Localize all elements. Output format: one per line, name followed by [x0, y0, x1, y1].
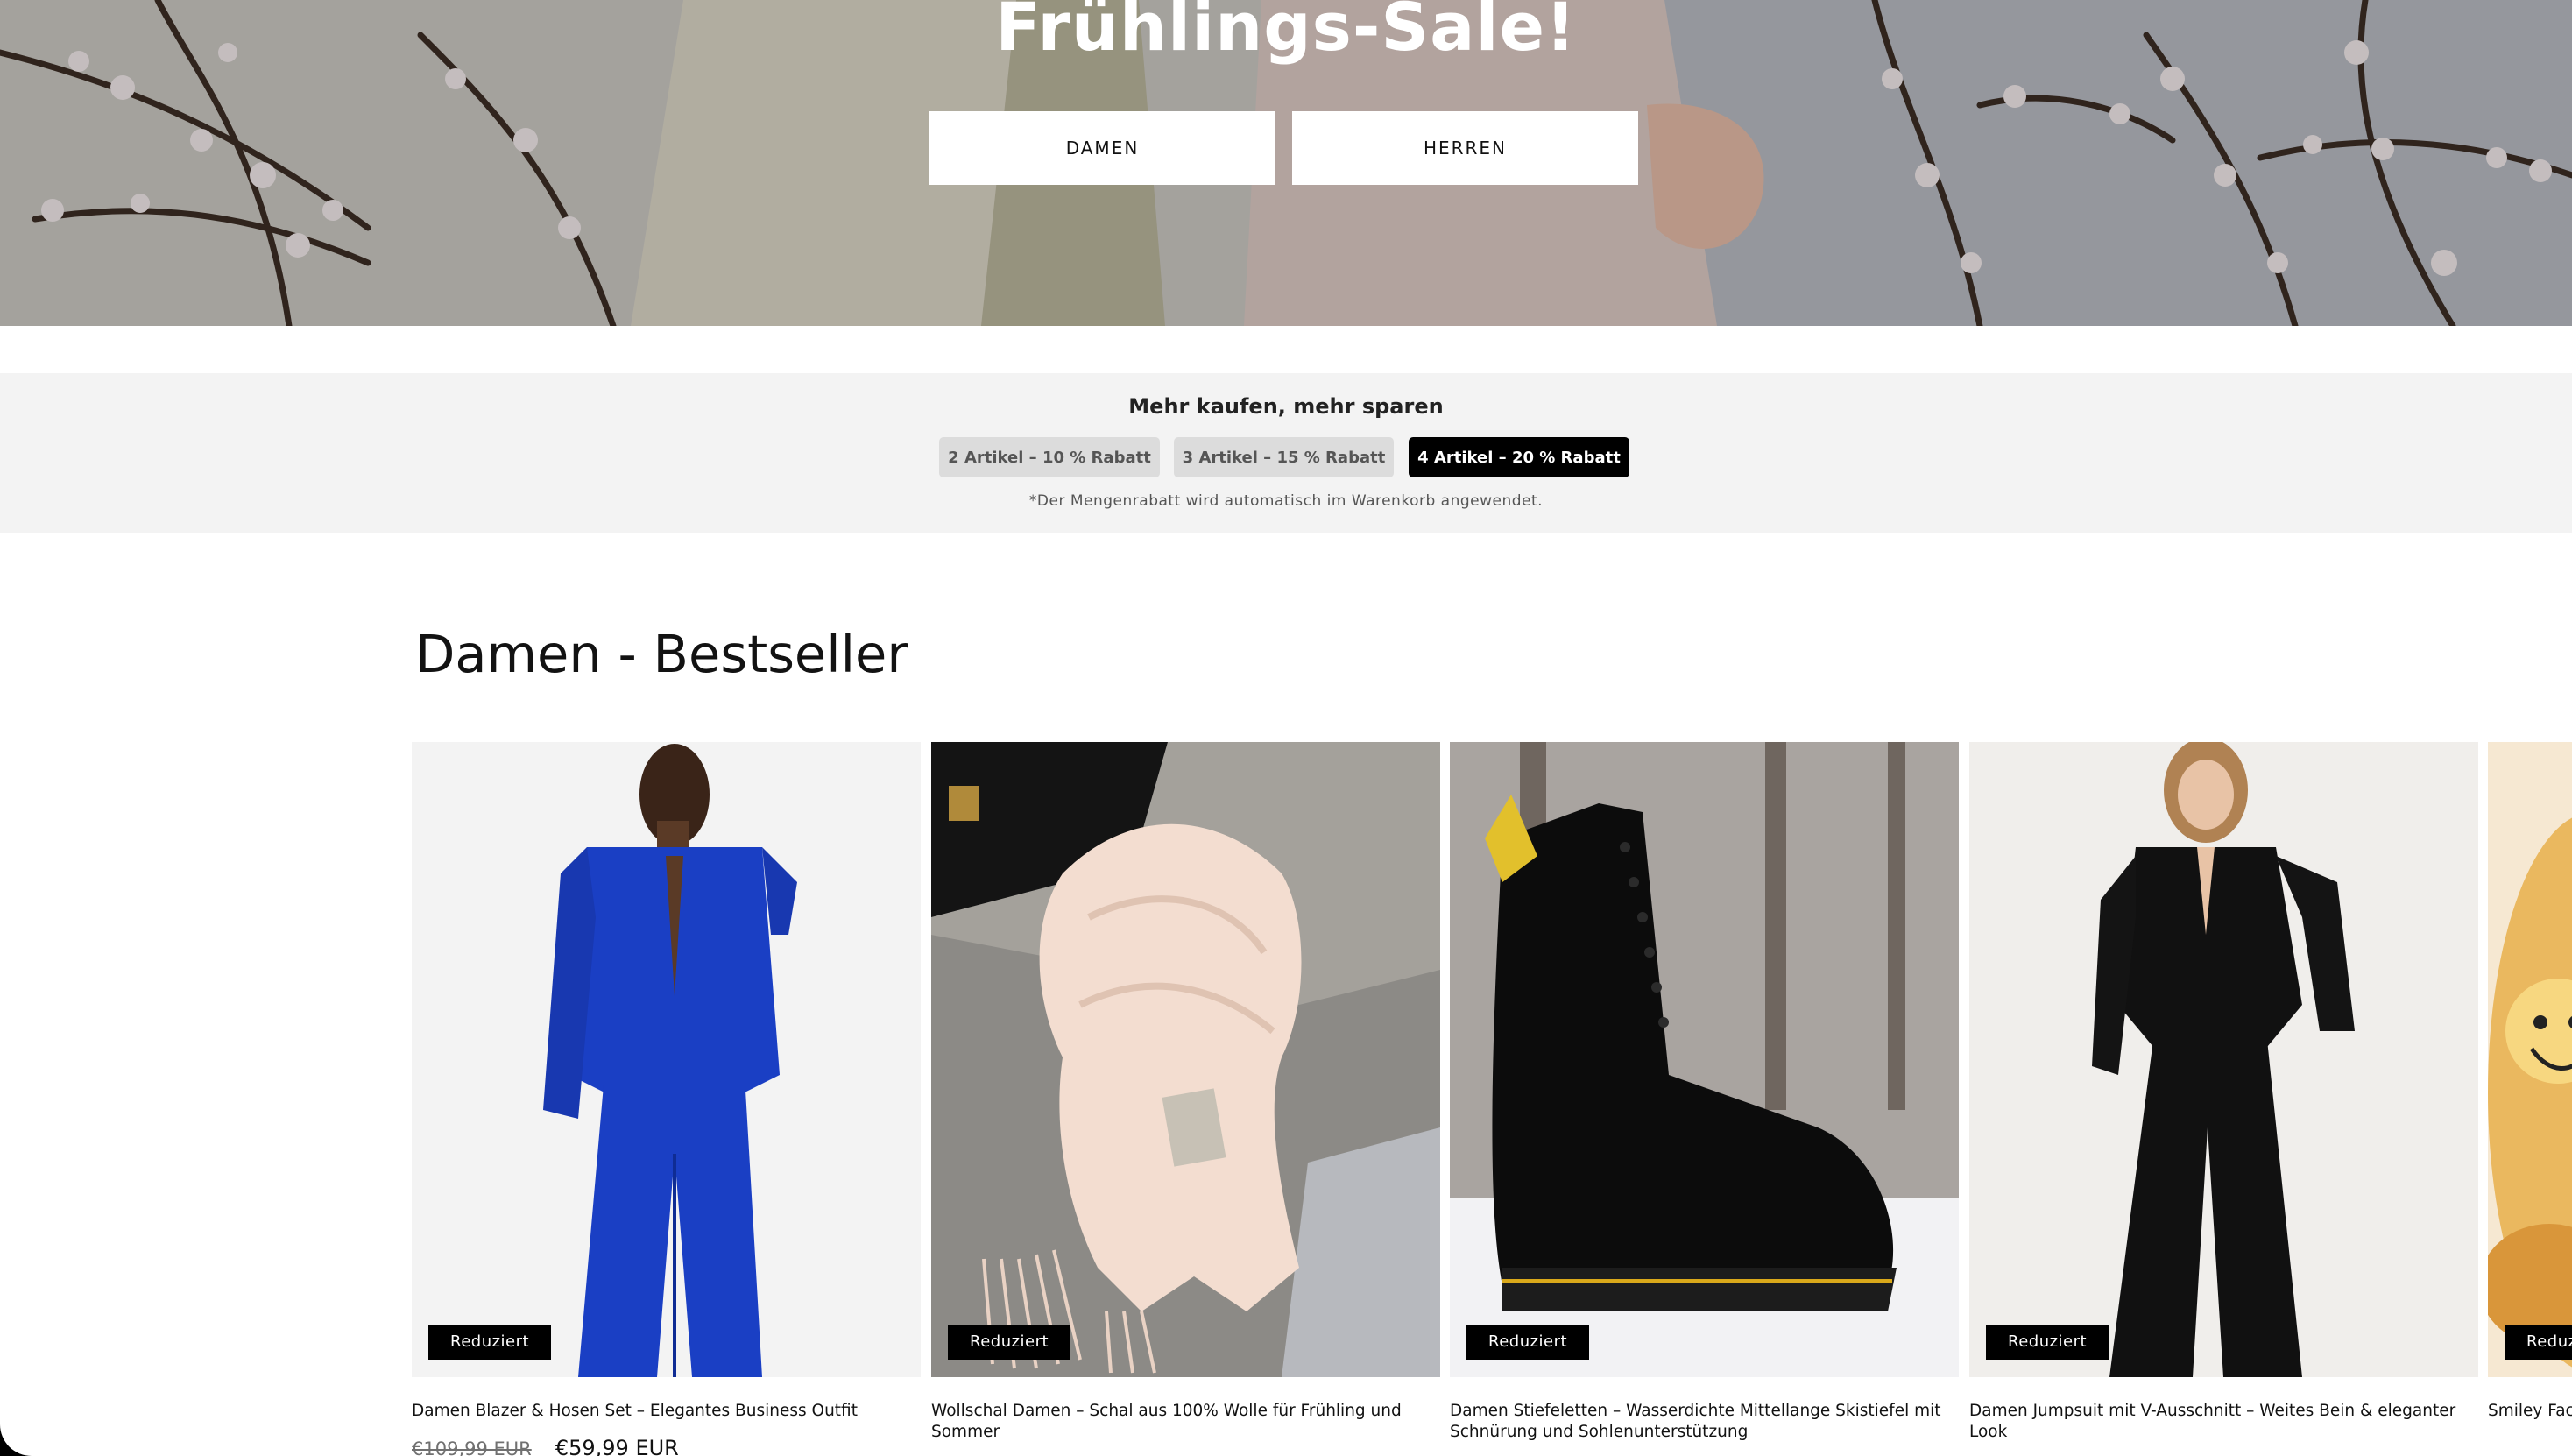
- product-image[interactable]: Reduziert: [412, 742, 921, 1377]
- volume-discount-note: *Der Mengenrabatt wird automatisch im Wa…: [1028, 492, 1544, 510]
- sale-badge: Reduziert: [948, 1325, 1071, 1360]
- product-image[interactable]: Reduziert: [931, 742, 1440, 1377]
- product-image[interactable]: Reduziert: [2488, 742, 2572, 1377]
- sale-badge: Reduziert: [2505, 1325, 2572, 1360]
- product-title[interactable]: Damen Stiefeletten – Wasserdichte Mittel…: [1450, 1401, 1954, 1443]
- volume-discount-title: Mehr kaufen, mehr sparen: [1128, 394, 1444, 419]
- discount-tier-4-items[interactable]: 4 Artikel – 20 % Rabatt: [1409, 437, 1629, 477]
- product-card[interactable]: Reduziert Damen Jumpsuit mit V-Ausschnit…: [1969, 742, 2478, 1456]
- old-price: €109,99 EUR: [412, 1438, 532, 1456]
- product-card[interactable]: Reduziert Wollschal Damen – Schal aus 10…: [931, 742, 1440, 1456]
- product-title[interactable]: Damen Jumpsuit mit V-Ausschnitt – Weites…: [1969, 1401, 2473, 1443]
- sale-badge: Reduziert: [1986, 1325, 2109, 1360]
- damen-button[interactable]: DAMEN: [929, 111, 1275, 185]
- product-title[interactable]: Smiley Face Innenfutter: [2488, 1401, 2572, 1422]
- sale-badge: Reduziert: [1466, 1325, 1590, 1360]
- discount-tier-3-items[interactable]: 3 Artikel – 15 % Rabatt: [1174, 437, 1394, 477]
- discount-tier-2-items[interactable]: 2 Artikel – 10 % Rabatt: [939, 437, 1160, 477]
- volume-discount-panel: Mehr kaufen, mehr sparen 2 Artikel – 10 …: [0, 373, 2572, 533]
- product-image[interactable]: Reduziert: [1450, 742, 1959, 1377]
- sale-badge: Reduziert: [428, 1325, 552, 1360]
- product-card[interactable]: Reduziert Damen Stiefeletten – Wasserdic…: [1450, 742, 1959, 1456]
- product-image[interactable]: Reduziert: [1969, 742, 2478, 1377]
- sale-price: €59,99 EUR: [555, 1436, 679, 1456]
- storefront-page: Frühlings-Sale! DAMEN HERREN Mehr kaufen…: [0, 0, 2572, 1456]
- product-card[interactable]: Reduziert Damen Blazer & Hosen Set – Ele…: [412, 742, 921, 1456]
- hero-title: Frühlings-Sale!: [995, 0, 1577, 66]
- hero-banner: Frühlings-Sale! DAMEN HERREN: [0, 0, 2572, 326]
- herren-button[interactable]: HERREN: [1292, 111, 1638, 185]
- price-row: €109,99 EUR €59,99 EUR: [412, 1436, 679, 1456]
- section-title: Damen - Bestseller: [415, 624, 908, 684]
- product-title[interactable]: Wollschal Damen – Schal aus 100% Wolle f…: [931, 1401, 1435, 1443]
- product-title[interactable]: Damen Blazer & Hosen Set – Elegantes Bus…: [412, 1401, 915, 1422]
- product-card[interactable]: Reduziert Smiley Face Innenfutter: [2488, 742, 2572, 1456]
